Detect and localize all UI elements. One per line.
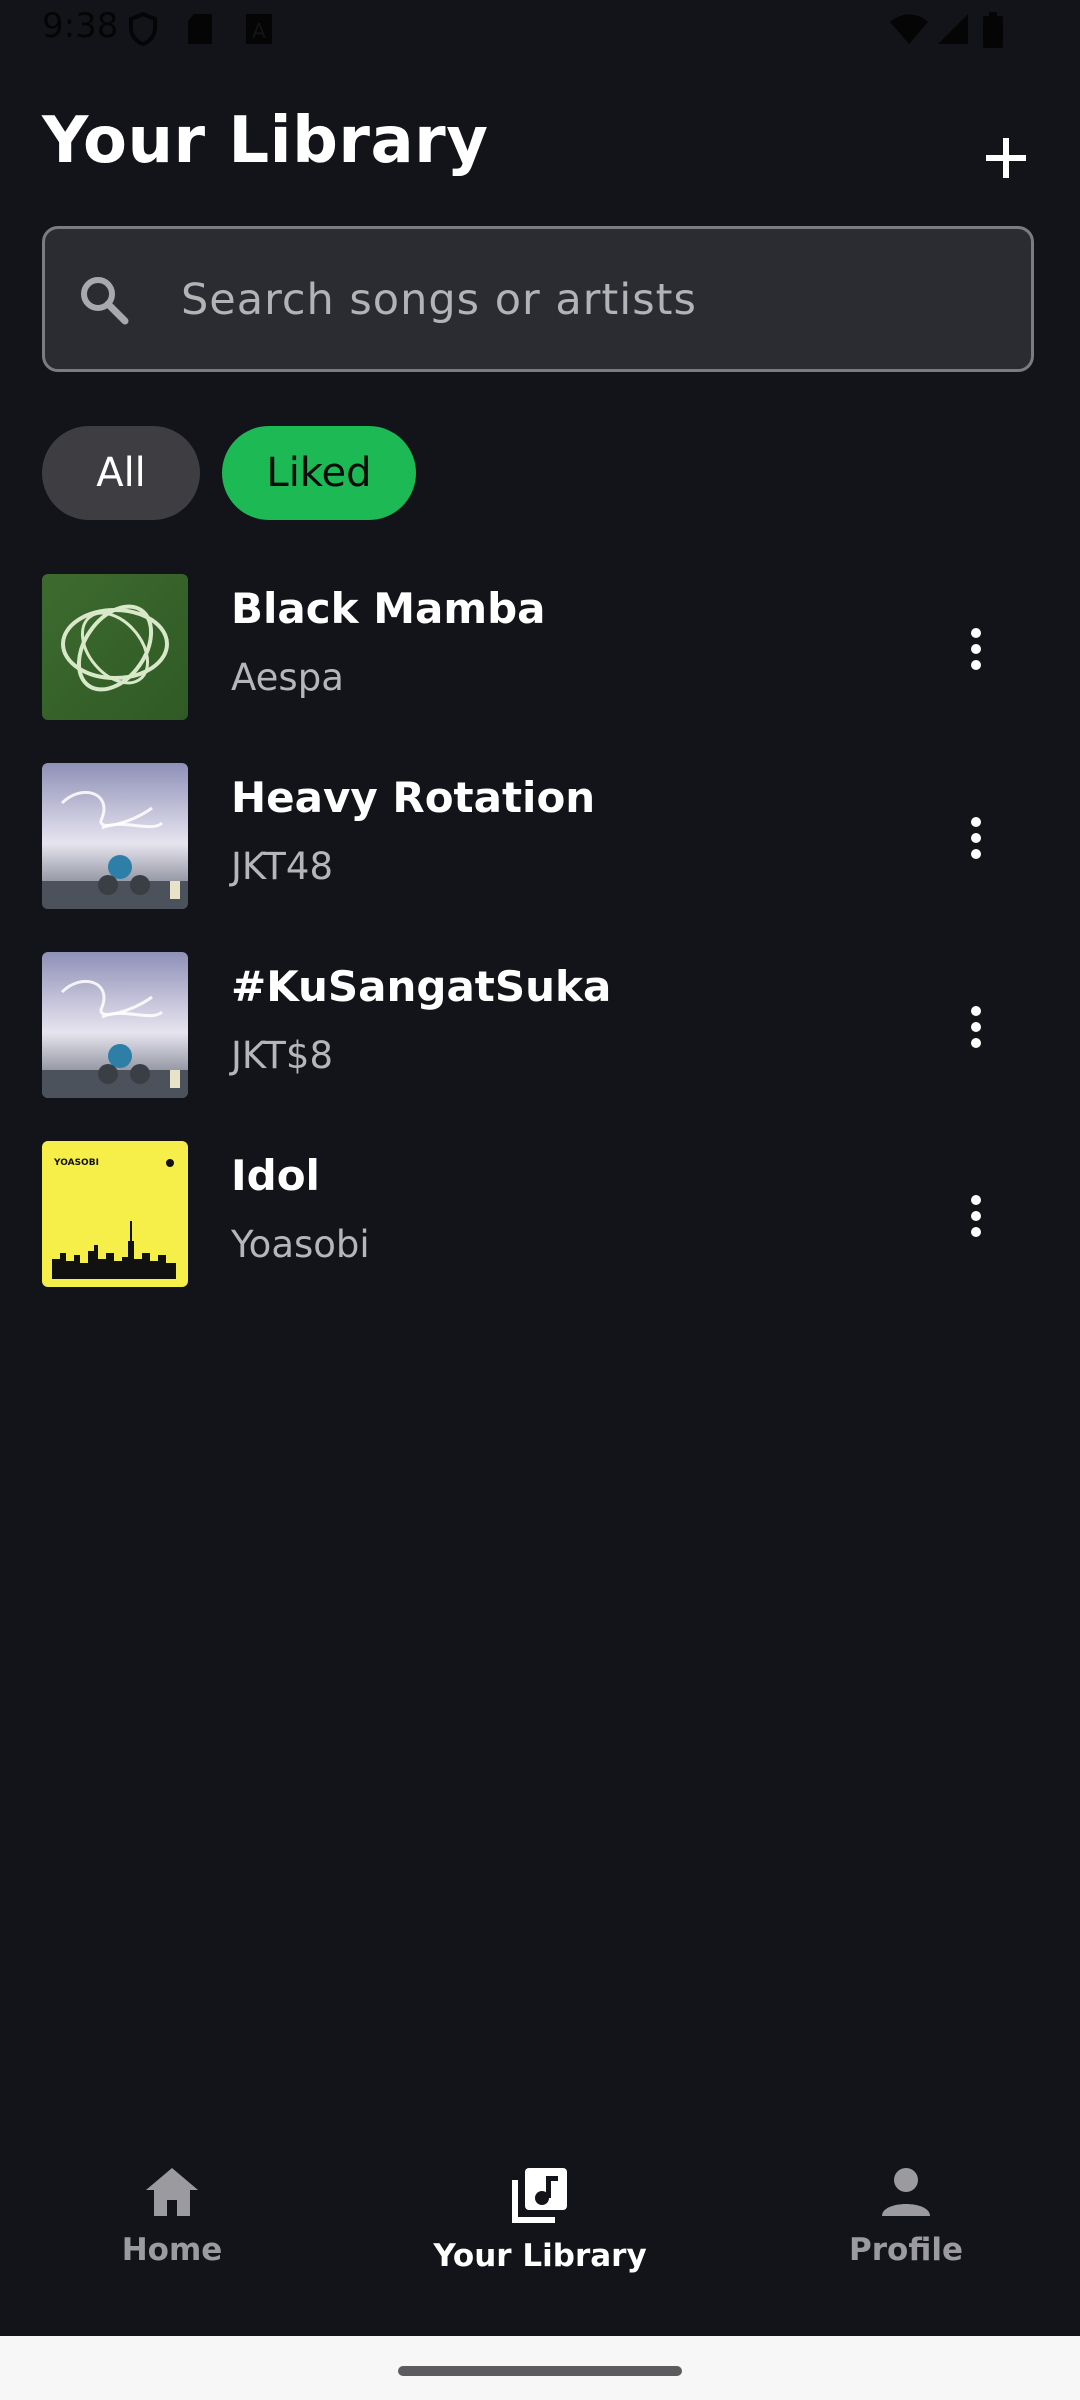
bottom-navigation: Home Your Library Profile xyxy=(0,2140,1080,2336)
gesture-handle[interactable] xyxy=(398,2366,682,2376)
signal-icon xyxy=(936,12,970,50)
nav-label-your-library: Your Library xyxy=(433,2238,647,2274)
library-screen: 9:38 A Your Library Search songs or arti… xyxy=(0,0,1080,2400)
song-title: Heavy Rotation xyxy=(231,773,596,822)
a-badge-icon: A xyxy=(244,12,274,50)
song-title: Black Mamba xyxy=(231,584,546,633)
filter-chip-all[interactable]: All xyxy=(42,426,200,520)
more-options-button[interactable] xyxy=(950,604,1002,694)
nav-label-profile: Profile xyxy=(849,2232,963,2268)
filter-chip-liked[interactable]: Liked xyxy=(222,426,416,520)
page-title: Your Library xyxy=(42,104,489,178)
search-icon xyxy=(79,275,129,329)
add-button[interactable] xyxy=(966,118,1046,198)
song-row[interactable]: YOASOBI Idol Yoasobi xyxy=(0,1141,1080,1291)
home-icon xyxy=(146,2168,198,2216)
status-bar: 9:38 A xyxy=(0,0,1080,60)
song-artist: Yoasobi xyxy=(231,1223,370,1266)
album-art: YOASOBI xyxy=(42,1141,188,1287)
status-time: 9:38 xyxy=(42,6,119,46)
nav-item-profile[interactable]: Profile xyxy=(756,2166,1056,2306)
more-vert-icon xyxy=(971,1006,981,1048)
song-row[interactable]: Black Mamba Aespa xyxy=(0,574,1080,724)
plus-icon xyxy=(986,138,1026,178)
more-options-button[interactable] xyxy=(950,982,1002,1072)
album-art xyxy=(42,952,188,1098)
nav-item-home[interactable]: Home xyxy=(22,2166,322,2306)
song-artist: JKT48 xyxy=(231,845,333,888)
sd-card-icon xyxy=(186,12,214,50)
song-title: Idol xyxy=(231,1151,320,1200)
album-art-text: YOASOBI xyxy=(53,1158,99,1168)
more-options-button[interactable] xyxy=(950,1171,1002,1261)
song-row[interactable]: Heavy Rotation JKT48 xyxy=(0,763,1080,913)
gesture-bar-area xyxy=(0,2336,1080,2400)
more-options-button[interactable] xyxy=(950,793,1002,883)
battery-icon xyxy=(982,12,1004,52)
person-icon xyxy=(882,2168,930,2216)
wifi-icon xyxy=(888,12,930,50)
album-art xyxy=(42,574,188,720)
search-box[interactable] xyxy=(42,226,1034,372)
shield-icon xyxy=(128,11,158,50)
song-artist: Aespa xyxy=(231,656,344,699)
song-artist: JKT$8 xyxy=(231,1034,333,1077)
svg-text:A: A xyxy=(252,19,266,43)
library-music-icon xyxy=(512,2168,567,2223)
nav-item-your-library[interactable]: Your Library xyxy=(390,2166,690,2306)
song-title: #KuSangatSuka xyxy=(231,962,612,1011)
search-input[interactable] xyxy=(179,229,1003,371)
more-vert-icon xyxy=(971,1195,981,1237)
more-vert-icon xyxy=(971,628,981,670)
nav-label-home: Home xyxy=(121,2232,223,2268)
album-art xyxy=(42,763,188,909)
more-vert-icon xyxy=(971,817,981,859)
song-row[interactable]: #KuSangatSuka JKT$8 xyxy=(0,952,1080,1102)
